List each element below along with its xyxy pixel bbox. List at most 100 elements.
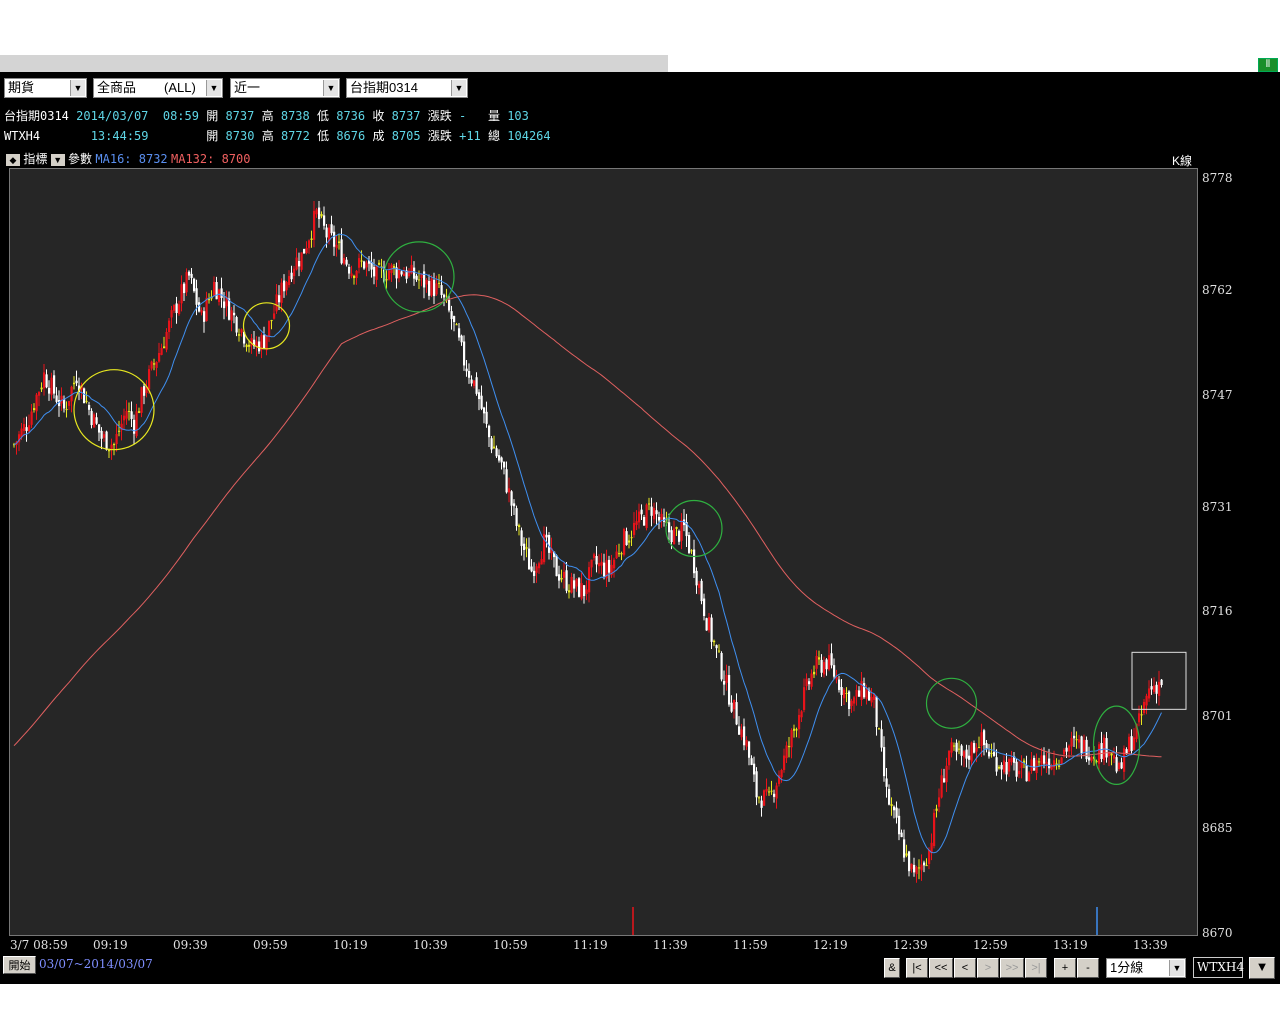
candle-body (995, 757, 998, 772)
x-tick-label: 09:59 (253, 938, 288, 952)
candle-body (53, 375, 56, 394)
forward-button[interactable]: > (977, 958, 999, 978)
candle-body (988, 751, 991, 757)
candle-body (890, 804, 893, 807)
fast-forward-button[interactable]: >> (1000, 958, 1024, 978)
x-tick-label: 12:39 (893, 938, 928, 952)
q1-high: 8738 (280, 109, 310, 123)
candle-body (1060, 757, 1063, 764)
candle-body (843, 689, 846, 699)
candle-body (728, 675, 731, 705)
candle-body (360, 260, 363, 262)
candle-body (898, 815, 901, 835)
link-button[interactable]: & (884, 958, 900, 978)
candle-body (173, 305, 176, 311)
interval-select[interactable]: 1分線 ▼ (1106, 958, 1186, 978)
market-select[interactable]: 期貨 ▼ (4, 78, 87, 98)
title-strip (0, 55, 668, 73)
q1-open: 8737 (225, 109, 255, 123)
candle-body (1068, 745, 1071, 752)
candle-body (1128, 736, 1131, 753)
candle-body (485, 411, 488, 424)
candle-body (638, 511, 641, 523)
candle-body (700, 580, 703, 602)
candle-body (545, 534, 548, 538)
candle-body (978, 747, 981, 749)
candle-body (908, 851, 911, 872)
candle-body (875, 696, 878, 727)
last-button[interactable]: >| (1025, 958, 1047, 978)
chevron-down-icon[interactable]: ▼ (323, 80, 338, 96)
candle-body (648, 503, 651, 505)
x-tick-label: 10:39 (413, 938, 448, 952)
x-tick-label: 11:59 (733, 938, 768, 952)
candle-body (750, 758, 753, 765)
period-select[interactable]: 近一 ▼ (230, 78, 340, 98)
candle-body (1073, 735, 1076, 739)
candle-body (943, 778, 946, 783)
y-tick-label: 8670 (1202, 926, 1233, 940)
first-button[interactable]: |< (906, 958, 928, 978)
candle-body (800, 711, 803, 718)
fast-back-button[interactable]: << (929, 958, 953, 978)
candle-body (113, 444, 116, 446)
triangle-up-icon[interactable]: ◆ (6, 153, 20, 166)
symbol-input[interactable]: WTXH4 (1193, 957, 1244, 978)
candle-body (905, 853, 908, 856)
symbol-select[interactable]: 台指期0314 ▼ (346, 78, 468, 98)
chevron-down-icon[interactable]: ▼ (451, 80, 466, 96)
candlestick-chart[interactable] (9, 168, 1198, 936)
candle-body (828, 655, 831, 670)
chevron-down-icon[interactable]: ▼ (1169, 960, 1184, 976)
candle-body (895, 807, 898, 818)
candle-body (973, 743, 976, 753)
candle-body (133, 419, 136, 434)
q2-change-label: 漲跌 (427, 129, 452, 143)
candle-body (498, 455, 501, 461)
candle-body (1000, 764, 1003, 770)
candle-body (1148, 688, 1151, 699)
candle-body (110, 444, 113, 450)
quote-line-1: 台指期0314 2014/03/07 08:59 開 8737 高 8738 低… (4, 109, 529, 123)
candle-body (318, 207, 321, 220)
q1-close-label: 收 (372, 109, 385, 123)
candle-body (238, 334, 241, 336)
candle-body (265, 335, 268, 351)
interval-select-value: 1分線 (1110, 960, 1144, 975)
candle-body (165, 331, 168, 350)
candle-body (240, 329, 243, 333)
candle-body (1008, 759, 1011, 772)
candle-body (765, 788, 768, 792)
param-button[interactable]: 參數 (68, 152, 92, 166)
candle-body (818, 657, 821, 660)
start-button[interactable]: 開始 (3, 956, 36, 974)
zoom-out-button[interactable]: - (1077, 958, 1099, 978)
back-button[interactable]: < (954, 958, 976, 978)
candle-body (623, 528, 626, 555)
indicator-button[interactable]: 指標 (23, 152, 47, 166)
triangle-down-icon[interactable]: ▼ (50, 153, 65, 166)
candle-body (808, 681, 811, 685)
candle-body (825, 659, 828, 670)
x-tick-label: 09:39 (173, 938, 208, 952)
candle-body (705, 618, 708, 631)
commodity-select[interactable]: 全商品 (ALL) ▼ (93, 78, 223, 98)
candle-body (1130, 736, 1133, 752)
candle-body (153, 363, 156, 365)
ma16-line (13, 233, 1162, 854)
candle-body (713, 640, 716, 643)
candle-body (1075, 739, 1078, 741)
dropdown-arrow-icon[interactable]: ▼ (1249, 957, 1275, 979)
candle-body (833, 665, 836, 677)
candle-body (40, 387, 43, 390)
grip-icon[interactable]: ⦀ (1258, 58, 1278, 72)
zoom-in-button[interactable]: + (1054, 958, 1076, 978)
candle-body (163, 346, 166, 349)
chevron-down-icon[interactable]: ▼ (70, 80, 85, 96)
q2-high-label: 高 (261, 129, 274, 143)
candle-body (830, 653, 833, 666)
candle-body (1018, 770, 1021, 775)
candle-body (448, 299, 451, 311)
candle-body (285, 282, 288, 291)
chevron-down-icon[interactable]: ▼ (206, 80, 221, 96)
